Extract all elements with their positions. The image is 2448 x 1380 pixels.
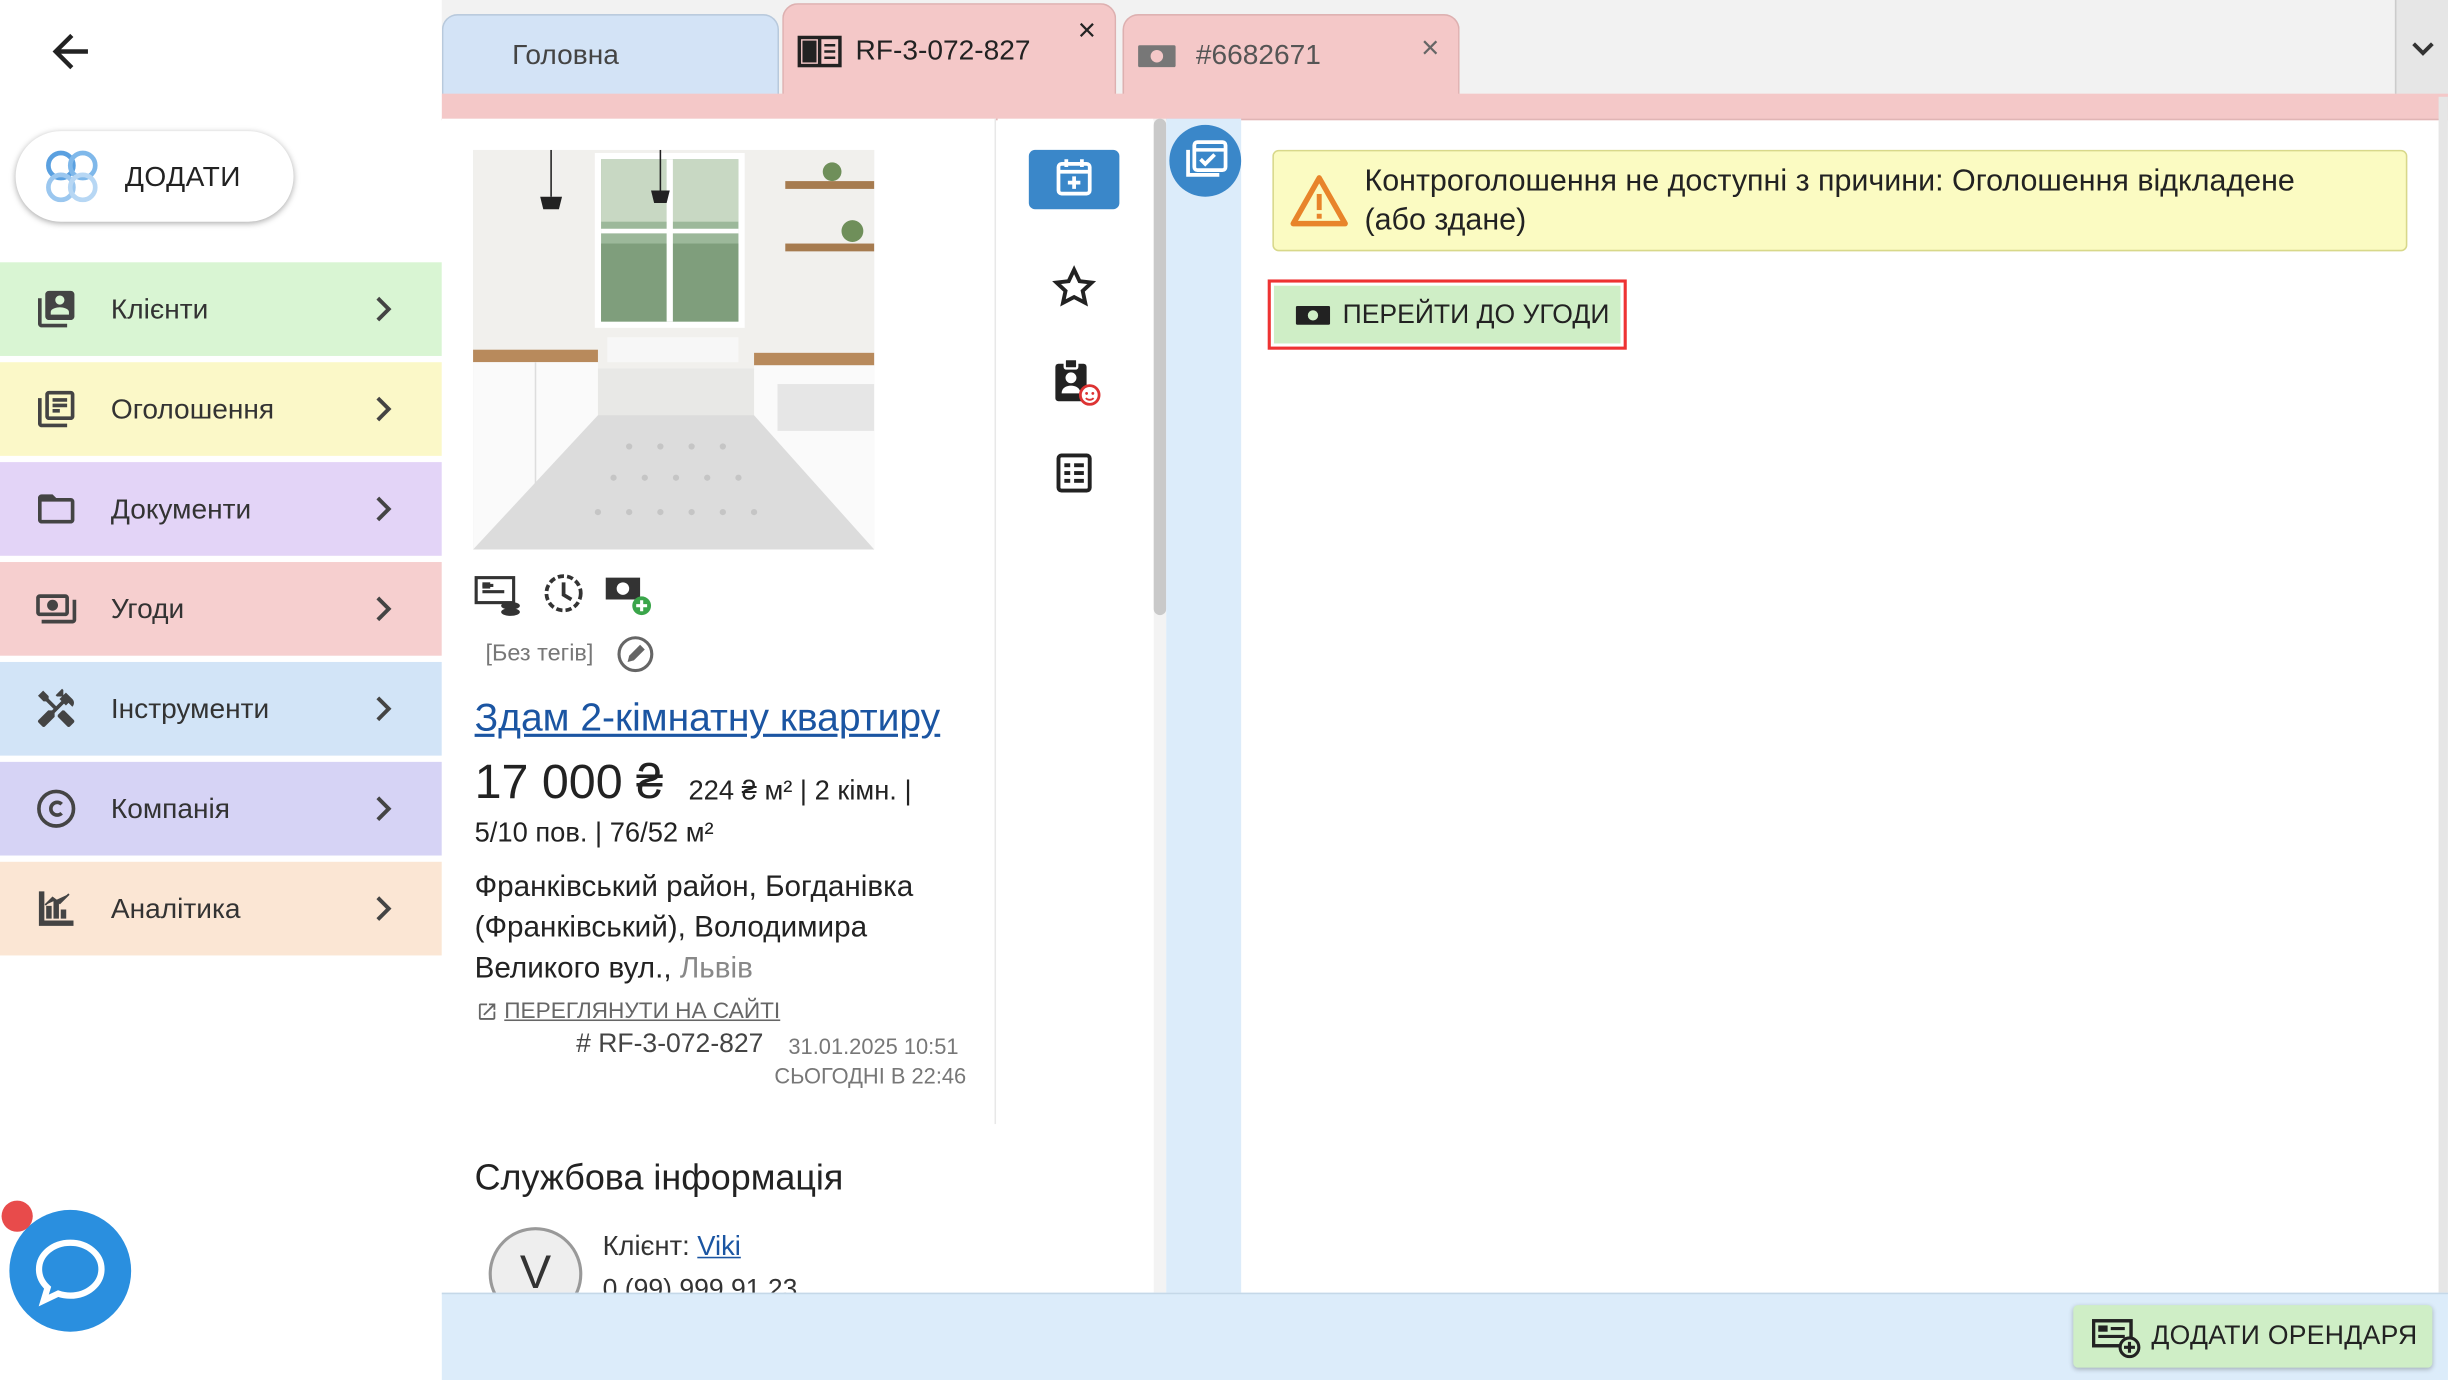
sidebar-item-deals[interactable]: Угоди — [0, 562, 442, 656]
deals-icon — [34, 587, 78, 631]
folder-icon — [34, 487, 78, 531]
tags-label: [Без тегів] — [485, 640, 594, 667]
view-on-site-link[interactable]: ПЕРЕГЛЯНУТИ НА САЙТІ — [476, 999, 780, 1024]
sidebar-item-label: Компанія — [110, 792, 231, 824]
listing-card: [Без тегів] Здам 2-кімнатну квартиру 17 … — [441, 118, 997, 1321]
sidebar-item-company[interactable]: Компанія — [0, 761, 442, 856]
listing-ref: # RF-3-072-827 — [576, 1028, 764, 1059]
chevron-right-icon — [373, 393, 395, 424]
listing-photo[interactable] — [473, 149, 875, 550]
sidebar-item-analytics[interactable]: Аналітика — [0, 861, 442, 956]
sidebar: ДОДАТИ Клієнти Оголошення Документи Угод… — [0, 0, 442, 1380]
goto-deal-label: ПЕРЕЙТИ ДО УГОДИ — [1342, 298, 1610, 329]
divider — [994, 118, 997, 1125]
sidebar-item-label: Інструменти — [110, 692, 270, 724]
star-icon[interactable] — [1051, 264, 1098, 311]
add-logo-icon — [41, 145, 103, 207]
external-link-icon — [476, 1001, 498, 1023]
active-tab-strip — [441, 93, 2448, 121]
calendar-check-icon — [1186, 140, 1228, 177]
address-city: Львів — [679, 952, 753, 986]
tab-deal[interactable]: #6682671 × — [1122, 14, 1460, 96]
edit-tags-icon[interactable] — [615, 634, 656, 675]
tab-label: RF-3-072-827 — [855, 34, 1031, 66]
listing-coins-icon[interactable] — [473, 568, 523, 618]
listing-details: 224 ₴ м² | 2 кімн. | — [688, 774, 912, 806]
action-column — [997, 118, 1154, 1293]
calculator-icon[interactable] — [1051, 450, 1098, 497]
chevron-right-icon — [373, 493, 395, 524]
side-strip — [1166, 118, 1242, 1293]
tab-listing[interactable]: RF-3-072-827 × — [782, 3, 1117, 97]
tab-home[interactable]: Головна — [441, 14, 780, 96]
warning-banner: Контроголошення не доступні з причини: О… — [1272, 149, 2408, 252]
chevron-right-icon — [373, 893, 395, 924]
sidebar-item-label: Клієнти — [110, 292, 209, 324]
notification-dot — [1, 1200, 33, 1232]
sidebar-item-label: Аналітика — [110, 892, 241, 924]
listing-details-floor: 5/10 пов. | 76/52 м² — [474, 816, 714, 848]
chevron-right-icon — [373, 693, 395, 724]
sidebar-nav: Клієнти Оголошення Документи Угоди Інстр — [0, 262, 442, 961]
tabs-dropdown-button[interactable] — [2394, 0, 2448, 97]
listing-price: 17 000 ₴ — [474, 754, 663, 809]
chevron-right-icon — [373, 793, 395, 824]
chevron-down-icon — [2412, 42, 2434, 56]
client-label: Клієнт: Viki — [603, 1230, 741, 1263]
chevron-right-icon — [373, 294, 395, 325]
chat-button[interactable] — [9, 1209, 132, 1332]
listing-book-icon — [796, 32, 843, 69]
listings-icon — [34, 387, 78, 431]
sidebar-item-listings[interactable]: Оголошення — [0, 362, 442, 456]
chevron-right-icon — [373, 593, 395, 624]
money-icon — [1137, 41, 1178, 69]
warning-icon — [1290, 171, 1349, 230]
client-link[interactable]: Viki — [697, 1230, 741, 1261]
right-edge — [2438, 96, 2448, 1293]
sidebar-item-label: Оголошення — [110, 392, 275, 424]
close-tab-icon[interactable]: × — [1421, 31, 1439, 67]
money-icon — [1295, 302, 1331, 327]
close-tab-icon[interactable]: × — [1078, 14, 1096, 50]
service-info-title: Службова інформація — [474, 1156, 844, 1198]
history-icon[interactable] — [539, 568, 589, 618]
sidebar-item-tools[interactable]: Інструменти — [0, 661, 442, 756]
goto-deal-button[interactable]: ПЕРЕЙТИ ДО УГОДИ — [1273, 285, 1621, 344]
add-deal-icon[interactable] — [604, 568, 654, 618]
back-arrow-icon[interactable] — [44, 25, 97, 78]
tab-label: Головна — [512, 39, 619, 71]
client-label-text: Клієнт: — [602, 1230, 690, 1262]
warning-text: Контроголошення не доступні з причини: О… — [1364, 163, 2295, 237]
goto-deal-highlight: ПЕРЕЙТИ ДО УГОДИ — [1267, 279, 1627, 350]
add-tenant-icon — [2092, 1315, 2142, 1359]
add-tenant-button[interactable]: ДОДАТИ ОРЕНДАРЯ — [2073, 1305, 2433, 1368]
updated-date: СЬОГОДНІ В 22:46 — [774, 1063, 967, 1089]
tab-label: #6682671 — [1195, 39, 1321, 71]
copyright-icon — [34, 787, 78, 831]
chat-bubble-icon — [35, 1239, 105, 1307]
calendar-check-button[interactable] — [1169, 124, 1242, 197]
clients-icon — [34, 287, 78, 331]
sidebar-item-clients[interactable]: Клієнти — [0, 262, 442, 356]
tools-icon — [34, 687, 78, 731]
analytics-icon — [34, 887, 78, 931]
add-button-label: ДОДАТИ — [124, 160, 241, 192]
listing-address: Франківський район, Богданівка (Франківс… — [475, 868, 990, 990]
created-date: 31.01.2025 10:51 — [788, 1033, 959, 1059]
sidebar-item-label: Угоди — [110, 592, 185, 624]
calendar-plus-icon — [1056, 159, 1092, 196]
view-on-site-label: ПЕРЕГЛЯНУТИ НА САЙТІ — [504, 999, 781, 1025]
add-tenant-label: ДОДАТИ ОРЕНДАРЯ — [2151, 1320, 2418, 1351]
sidebar-item-documents[interactable]: Документи — [0, 462, 442, 556]
sidebar-item-label: Документи — [110, 492, 252, 524]
scrollbar-thumb[interactable] — [1153, 118, 1167, 616]
listing-title-link[interactable]: Здам 2-кімнатну квартиру — [475, 696, 941, 741]
client-badge-icon[interactable] — [1051, 356, 1101, 406]
add-event-button[interactable] — [1028, 149, 1120, 210]
add-button[interactable]: ДОДАТИ — [15, 131, 294, 222]
tab-bar: Головна RF-3-072-827 × #6682671 × — [441, 0, 2448, 97]
